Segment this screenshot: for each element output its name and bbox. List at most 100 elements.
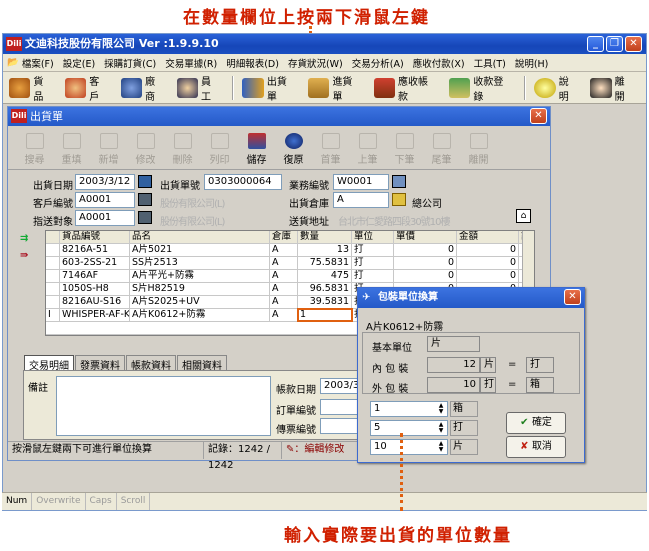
dozen-qty-input[interactable]: 5 ▲ ▼ bbox=[370, 420, 448, 436]
table-cell[interactable]: 39.5831 bbox=[298, 296, 352, 308]
save-button[interactable]: 儲存 bbox=[238, 126, 275, 169]
table-cell[interactable]: A bbox=[270, 283, 298, 295]
cancel-button[interactable]: ✘ 取消 bbox=[506, 436, 566, 458]
menu-tools[interactable]: 工具(T) bbox=[474, 56, 506, 70]
order-ref-field[interactable] bbox=[320, 399, 360, 415]
spin-arrows-icon[interactable]: ▲ ▼ bbox=[436, 441, 446, 453]
table-cell[interactable]: A bbox=[270, 244, 298, 256]
piece-qty-input[interactable]: 10 ▲ ▼ bbox=[370, 439, 448, 455]
menu-reports[interactable]: 明細報表(D) bbox=[226, 56, 279, 70]
sales-lookup-icon[interactable] bbox=[392, 175, 406, 188]
menu-purchase[interactable]: 採購訂貨(C) bbox=[104, 56, 156, 70]
target-field[interactable]: A0001 bbox=[75, 210, 135, 226]
table-row[interactable]: 8216A-51 A片5021 A 13 打 0 0 bbox=[46, 244, 534, 257]
help-button[interactable]: 說明 bbox=[534, 73, 578, 103]
table-cell[interactable]: 0 bbox=[394, 257, 457, 269]
customer-button[interactable]: 客戶 bbox=[64, 73, 109, 103]
table-cell[interactable]: 603-2SS-21 bbox=[60, 257, 130, 269]
table-cell[interactable]: 0 bbox=[457, 270, 519, 282]
table-cell[interactable]: 0 bbox=[457, 244, 519, 256]
close-button[interactable]: ✕ bbox=[625, 36, 642, 52]
delete-button[interactable]: 刪除 bbox=[164, 126, 201, 169]
ok-button[interactable]: ✔ 確定 bbox=[506, 412, 566, 434]
spin-arrows-icon[interactable]: ▲ ▼ bbox=[436, 422, 446, 434]
table-cell[interactable]: 8216AU-S16 bbox=[60, 296, 130, 308]
voucher-field[interactable] bbox=[320, 418, 360, 434]
print-button[interactable]: 列印 bbox=[201, 126, 238, 169]
table-cell[interactable]: 1 bbox=[297, 308, 353, 322]
table-cell[interactable]: A bbox=[270, 296, 298, 308]
first-button[interactable]: 首筆 bbox=[312, 126, 349, 169]
menu-settings[interactable]: 設定(E) bbox=[63, 56, 95, 70]
table-cell[interactable]: 0 bbox=[394, 270, 457, 282]
table-cell[interactable]: WHISPER-AF-K1 bbox=[60, 309, 130, 321]
memo-field[interactable] bbox=[56, 376, 271, 436]
menu-stock[interactable]: 存貨狀況(W) bbox=[288, 56, 343, 70]
table-cell[interactable]: 打 bbox=[352, 257, 394, 269]
order-no-field[interactable]: 0303000064 bbox=[204, 174, 282, 190]
menu-file[interactable]: 檔案(F) bbox=[22, 56, 54, 70]
table-cell[interactable]: SS片2513 bbox=[130, 257, 270, 269]
menu-payments[interactable]: 應收付款(X) bbox=[413, 56, 465, 70]
insert-row-icon[interactable]: ⇉ bbox=[20, 233, 28, 244]
table-row[interactable]: 7146AF A片平光+防霧 A 475 打 0 0 bbox=[46, 270, 534, 283]
shipping-close-button[interactable]: ✕ bbox=[530, 108, 547, 124]
delete-row-icon[interactable]: ⇛ bbox=[20, 250, 28, 261]
undo-button[interactable]: 復原 bbox=[275, 126, 312, 169]
table-cell[interactable]: 8216A-51 bbox=[60, 244, 130, 256]
table-row[interactable]: 603-2SS-21 SS片2513 A 75.5831 打 0 0 bbox=[46, 257, 534, 270]
table-cell[interactable]: A bbox=[270, 270, 298, 282]
table-cell[interactable]: 打 bbox=[352, 244, 394, 256]
table-cell[interactable]: A片S2025+UV bbox=[130, 296, 270, 308]
spin-arrows-icon[interactable]: ▲ ▼ bbox=[436, 403, 446, 415]
minimize-button[interactable]: _ bbox=[587, 36, 604, 52]
goods-button[interactable]: 貨品 bbox=[9, 73, 53, 103]
last-button[interactable]: 尾筆 bbox=[423, 126, 460, 169]
table-cell[interactable]: 475 bbox=[298, 270, 352, 282]
date-field[interactable]: 2003/3/12 bbox=[75, 174, 135, 190]
menu-analysis[interactable]: 交易分析(A) bbox=[352, 56, 404, 70]
staff-button[interactable]: 員工 bbox=[176, 73, 221, 103]
receive-button[interactable]: 進貨單 bbox=[308, 73, 362, 103]
sales-field[interactable]: W0001 bbox=[333, 174, 389, 190]
close-record-button[interactable]: 離開 bbox=[460, 126, 497, 169]
next-button[interactable]: 下筆 bbox=[386, 126, 423, 169]
target-lookup-icon[interactable] bbox=[138, 211, 152, 224]
ship-button[interactable]: 出貨單 bbox=[242, 73, 296, 103]
menu-help[interactable]: 說明(H) bbox=[515, 56, 549, 70]
table-cell[interactable]: 13 bbox=[298, 244, 352, 256]
pay-date-field[interactable]: 2003/3/1 bbox=[320, 378, 360, 394]
customer-field[interactable]: A0001 bbox=[75, 192, 135, 208]
ar-button[interactable]: 應收帳款 bbox=[373, 73, 437, 103]
table-cell[interactable]: S片H82519 bbox=[130, 283, 270, 295]
calendar-icon[interactable] bbox=[138, 175, 152, 188]
exit-button[interactable]: 離開 bbox=[590, 73, 634, 103]
table-cell[interactable]: 96.5831 bbox=[298, 283, 352, 295]
house-icon[interactable]: ⌂ bbox=[516, 209, 531, 223]
folder-icon[interactable] bbox=[392, 193, 406, 206]
table-cell[interactable]: A片5021 bbox=[130, 244, 270, 256]
table-cell[interactable]: A bbox=[270, 309, 298, 321]
new-button[interactable]: 新增 bbox=[90, 126, 127, 169]
table-cell[interactable]: 0 bbox=[457, 257, 519, 269]
table-cell[interactable]: A bbox=[270, 257, 298, 269]
dialog-close-button[interactable]: ✕ bbox=[564, 289, 581, 305]
vendor-button[interactable]: 廠商 bbox=[120, 73, 165, 103]
collect-button[interactable]: 收款登錄 bbox=[448, 73, 512, 103]
table-cell[interactable]: 75.5831 bbox=[298, 257, 352, 269]
edit-button[interactable]: 修改 bbox=[127, 126, 164, 169]
table-cell[interactable]: A片K0612+防霧 bbox=[130, 309, 270, 321]
maximize-button[interactable]: ❐ bbox=[606, 36, 623, 52]
menu-docs[interactable]: 交易單據(R) bbox=[165, 56, 217, 70]
table-cell[interactable]: 7146AF bbox=[60, 270, 130, 282]
customer-lookup-icon[interactable] bbox=[138, 193, 152, 206]
search-button[interactable]: 搜尋 bbox=[16, 126, 53, 169]
table-cell[interactable]: 打 bbox=[352, 270, 394, 282]
table-cell[interactable]: A片平光+防霧 bbox=[130, 270, 270, 282]
case-qty-input[interactable]: 1 ▲ ▼ bbox=[370, 401, 448, 417]
warehouse-field[interactable]: A bbox=[333, 192, 389, 208]
table-cell[interactable]: 1050S-H8 bbox=[60, 283, 130, 295]
reset-button[interactable]: 重填 bbox=[53, 126, 90, 169]
prev-button[interactable]: 上筆 bbox=[349, 126, 386, 169]
table-cell[interactable]: 0 bbox=[394, 244, 457, 256]
